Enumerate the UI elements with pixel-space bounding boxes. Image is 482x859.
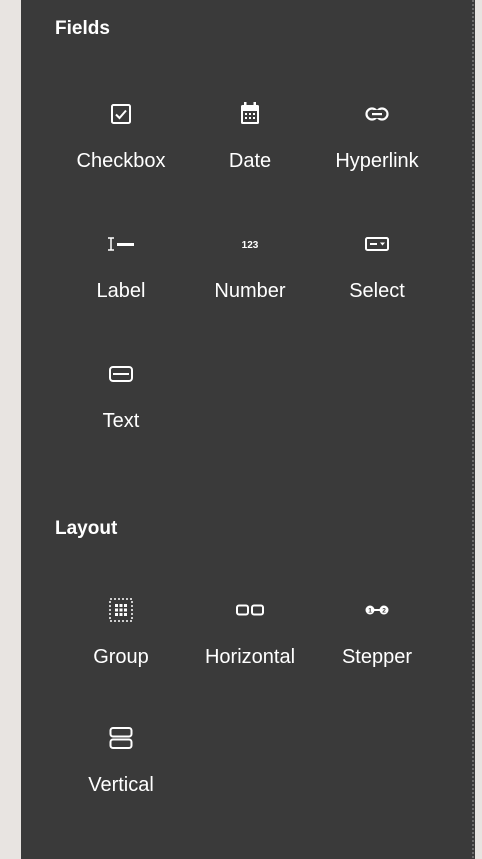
tool-checkbox[interactable]: Checkbox <box>61 94 181 194</box>
tool-number[interactable]: 123 Number <box>190 224 310 324</box>
tool-date[interactable]: Date <box>190 94 310 194</box>
link-icon <box>357 94 397 134</box>
tool-label: Hyperlink <box>335 150 419 172</box>
svg-text:1: 1 <box>368 607 372 614</box>
tool-label-field[interactable]: Label <box>61 224 181 324</box>
tool-label: Select <box>349 280 405 302</box>
text-input-icon <box>101 354 141 394</box>
layout-section-title: Layout <box>55 518 118 539</box>
fields-section-title: Fields <box>55 18 110 39</box>
tool-text[interactable]: Text <box>61 354 181 454</box>
svg-text:2: 2 <box>382 607 386 614</box>
tool-label: Text <box>102 410 140 432</box>
tool-label: Label <box>96 280 146 302</box>
tool-label: Group <box>93 646 149 668</box>
group-grid-icon <box>101 590 141 630</box>
svg-text:123: 123 <box>242 240 259 251</box>
tool-vertical[interactable]: Vertical <box>61 718 181 818</box>
tool-label: Stepper <box>341 646 413 668</box>
select-dropdown-icon <box>357 224 397 264</box>
calendar-icon <box>230 94 270 134</box>
toolbox-panel: Fields Checkbox Date Hyperlink Label 123… <box>21 0 475 859</box>
tool-horizontal[interactable]: Horizontal <box>190 590 310 690</box>
horizontal-layout-icon <box>230 590 270 630</box>
tool-stepper[interactable]: 1 2 Stepper <box>317 590 437 690</box>
tool-group[interactable]: Group <box>61 590 181 690</box>
checkbox-icon <box>101 94 141 134</box>
tool-select[interactable]: Select <box>317 224 437 324</box>
tool-label: Checkbox <box>76 150 166 172</box>
vertical-layout-icon <box>101 718 141 758</box>
tool-label: Vertical <box>88 774 154 796</box>
tool-label: Number <box>214 280 286 302</box>
stepper-icon: 1 2 <box>357 590 397 630</box>
tool-label: Date <box>228 150 272 172</box>
text-cursor-icon <box>101 224 141 264</box>
panel-resize-edge[interactable] <box>472 0 474 859</box>
tool-hyperlink[interactable]: Hyperlink <box>317 94 437 194</box>
number-123-icon: 123 <box>230 224 270 264</box>
tool-label: Horizontal <box>204 646 296 668</box>
